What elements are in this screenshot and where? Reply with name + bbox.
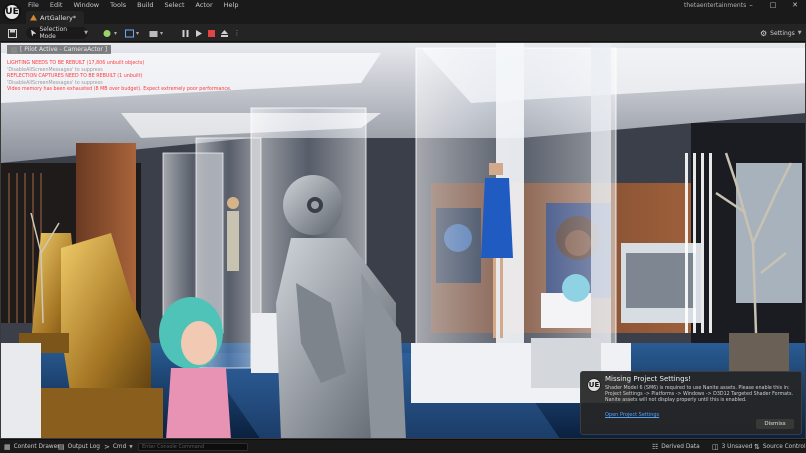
notification-title: Missing Project Settings!: [605, 375, 692, 383]
pilot-active-banner: [ Pilot Active - CameraActor ]: [7, 45, 112, 54]
tab-artgallery[interactable]: ArtGallery*: [26, 11, 85, 24]
menu-tools[interactable]: Tools: [110, 0, 126, 11]
main-menu: File Edit Window Tools Build Select Acto…: [28, 0, 238, 11]
play-icon[interactable]: [193, 28, 203, 38]
content-drawer-label: Content Drawer: [13, 444, 60, 450]
source-control-label: Source Control: [762, 444, 806, 450]
camera-icon: [11, 46, 17, 53]
content-drawer-icon: ▦: [4, 443, 11, 451]
derived-data-label: Derived Data: [661, 444, 700, 450]
dismiss-button[interactable]: Dismiss: [756, 419, 794, 429]
selection-mode-label: Selection Mode: [39, 26, 68, 40]
tab-label: ArtGallery*: [40, 13, 77, 22]
source-control-button[interactable]: ⇅ Source Control: [754, 442, 806, 452]
level-icon: [30, 14, 37, 21]
menu-actor[interactable]: Actor: [196, 0, 213, 11]
close-icon[interactable]: ✕: [784, 0, 806, 11]
cmd-dropdown[interactable]: > Cmd ▼: [104, 442, 133, 452]
chevron-down-icon: ▼: [129, 444, 133, 450]
stop-icon[interactable]: [206, 28, 216, 38]
main-toolbar: Selection Mode ▼ ⋮ ⚙ Settings ▼: [0, 24, 806, 42]
menu-bar: UE File Edit Window Tools Build Select A…: [0, 0, 806, 21]
source-control-icon: ⇅: [754, 443, 760, 451]
derived-data-icon: ☷: [652, 443, 659, 451]
output-log-label: Output Log: [67, 444, 100, 450]
unreal-logo-icon: UE: [3, 3, 21, 21]
content-drawer-button[interactable]: ▦ Content Drawer: [4, 442, 60, 452]
cmd-label: Cmd: [112, 444, 127, 450]
gear-icon: ⚙: [760, 28, 768, 38]
notification-body: Shader Model 6 (SM6) is required to use …: [605, 386, 794, 403]
selection-mode-dropdown[interactable]: Selection Mode ▼: [26, 26, 88, 40]
unsaved-label: 3 Unsaved: [721, 444, 753, 450]
more-options-icon[interactable]: ⋮: [232, 28, 242, 38]
unsaved-icon: ◫: [712, 443, 719, 451]
open-project-settings-link[interactable]: Open Project Settings: [605, 412, 659, 418]
unreal-editor-window: UE File Edit Window Tools Build Select A…: [0, 0, 806, 453]
chevron-down-icon: ▼: [797, 30, 802, 36]
pilot-label: [ Pilot Active - CameraActor ]: [20, 46, 108, 53]
cursor-icon: [31, 29, 37, 37]
output-log-icon: ▤: [58, 443, 65, 451]
unsaved-button[interactable]: ◫ 3 Unsaved: [712, 442, 752, 452]
status-bar: ▦ Content Drawer ▤ Output Log > Cmd ▼ ☷ …: [0, 439, 806, 453]
chevron-down-icon: ▼: [84, 30, 88, 36]
minimize-icon[interactable]: –: [740, 0, 762, 11]
console-command-input[interactable]: [138, 443, 248, 451]
pause-icon[interactable]: [180, 28, 190, 38]
maximize-icon[interactable]: □: [762, 0, 784, 11]
settings-button[interactable]: ⚙ Settings ▼: [760, 27, 802, 39]
project-name: thetaentertainments: [684, 2, 747, 9]
eject-icon[interactable]: [219, 28, 229, 38]
blueprint-icon[interactable]: [124, 27, 142, 39]
menu-file[interactable]: File: [28, 0, 39, 11]
menu-build[interactable]: Build: [137, 0, 153, 11]
viewport-warnings: LIGHTING NEEDS TO BE REBUILT (17,806 unb…: [7, 61, 307, 94]
settings-label: Settings: [770, 29, 795, 37]
terminal-icon: >: [104, 443, 110, 451]
play-controls: ⋮: [180, 27, 242, 39]
add-actor-icon[interactable]: [102, 27, 120, 39]
menu-help[interactable]: Help: [224, 0, 239, 11]
menu-select[interactable]: Select: [164, 0, 184, 11]
document-tab-bar: [0, 11, 806, 24]
derived-data-button[interactable]: ☷ Derived Data: [652, 442, 700, 452]
menu-window[interactable]: Window: [73, 0, 99, 11]
save-icon[interactable]: [6, 27, 18, 39]
cinematics-icon[interactable]: [148, 27, 166, 39]
unreal-logo-icon: UE: [587, 378, 601, 392]
menu-edit[interactable]: Edit: [50, 0, 63, 11]
output-log-button[interactable]: ▤ Output Log: [58, 442, 100, 452]
video-memory-warning: Video memory has been exhausted (8 MB ov…: [7, 87, 232, 92]
